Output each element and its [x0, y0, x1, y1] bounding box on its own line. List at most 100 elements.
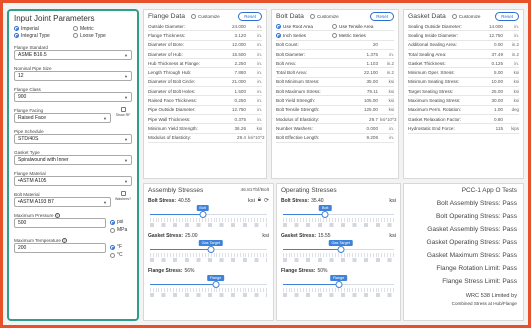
row-value[interactable]: 22.100 — [352, 70, 378, 75]
row-value[interactable]: 0.125 — [477, 61, 504, 66]
row-value[interactable]: 37.49 — [477, 52, 504, 57]
row-value[interactable]: 20 — [352, 42, 378, 47]
row-value[interactable]: 12.000 — [220, 42, 246, 47]
row-value[interactable]: 105.00 — [352, 98, 378, 103]
row-value[interactable]: 125.00 — [352, 107, 378, 112]
row-value[interactable]: 1.375 — [352, 52, 379, 57]
flange-reset-button[interactable]: Reset — [238, 11, 262, 21]
pipe-schedule-select[interactable]: STD/40S ▼ — [14, 134, 132, 144]
flange-class-select[interactable]: 900 ▼ — [14, 92, 132, 102]
row-value[interactable]: 12.750 — [220, 107, 246, 112]
metric-radio[interactable] — [73, 26, 78, 31]
root-area-radio[interactable] — [276, 23, 281, 29]
flange-material-select[interactable]: •ASTM A105 ▼ — [14, 176, 132, 186]
row-value[interactable]: 115 — [477, 126, 503, 131]
operating-gasket-slider[interactable]: Gas Target — [283, 240, 394, 266]
bolt-series-options: Inch Series Metric Series — [276, 31, 394, 41]
mpa-radio[interactable] — [110, 227, 115, 233]
gasket-customize-toggle[interactable]: Customize — [451, 13, 480, 19]
row-value[interactable]: 1.500 — [220, 89, 247, 94]
gasket-customize-radio[interactable] — [451, 13, 457, 19]
imperial-option[interactable]: Imperial — [14, 26, 73, 32]
metric-option[interactable]: Metric — [73, 26, 132, 32]
fahrenheit-radio[interactable] — [110, 244, 115, 250]
row-value[interactable]: 29.4 — [220, 135, 246, 140]
row-value[interactable]: 36.26 — [220, 126, 247, 131]
bolt-customize-radio[interactable] — [309, 13, 315, 19]
max-temperature-input[interactable]: 200 — [14, 243, 106, 253]
slider-handle[interactable] — [199, 211, 207, 218]
row-value[interactable]: 29.7 — [352, 117, 378, 122]
row-value[interactable]: 15.500 — [220, 52, 246, 57]
assembly-bolt-slider[interactable]: Bolt — [150, 205, 267, 231]
row-value[interactable]: 0.375 — [220, 117, 247, 122]
imperial-radio[interactable] — [14, 26, 19, 31]
data-row: Length Through Hub: 7.880 in. — [148, 68, 262, 78]
row-value[interactable]: 3.120 — [220, 33, 247, 38]
slider-handle[interactable] — [321, 211, 329, 218]
row-value[interactable]: 12.750 — [477, 33, 503, 38]
metric-series-option[interactable]: Metric Series — [332, 32, 388, 38]
show-rf-toggle[interactable]: Show RF — [114, 107, 132, 117]
max-pressure-input[interactable]: 500 — [14, 218, 106, 228]
nominal-pipe-size-select[interactable]: 12 ▼ — [14, 71, 132, 81]
tensile-area-option[interactable]: Use Tensile Area — [332, 23, 388, 29]
slider-handle[interactable] — [212, 281, 220, 288]
flange-facing-select[interactable]: Raised Face ▼ — [14, 113, 111, 123]
tensile-area-radio[interactable] — [332, 23, 337, 29]
row-value[interactable]: 10.00 — [477, 79, 504, 84]
row-unit: in. — [257, 23, 262, 29]
row-value[interactable]: 9.208 — [352, 135, 379, 140]
row-value[interactable]: 21.000 — [220, 79, 246, 84]
row-value[interactable]: 35.00 — [352, 79, 379, 84]
flange-standard-select[interactable]: ASME B16.5 ▼ — [14, 50, 132, 60]
flange-customize-radio[interactable] — [191, 13, 197, 19]
operating-bolt-slider[interactable]: Bolt — [283, 205, 394, 231]
row-value[interactable]: 24.000 — [220, 24, 246, 29]
row-value[interactable]: 0.000 — [352, 126, 379, 131]
integral-type-radio[interactable] — [14, 33, 19, 38]
operating-flange-slider[interactable]: Flange — [283, 275, 394, 301]
row-value[interactable]: 30.00 — [477, 98, 504, 103]
bolt-material-select[interactable]: •ASTM A193 B7 ▼ — [14, 197, 111, 207]
data-row: Diameter of Bolt Circle: 21.000 in. — [148, 78, 262, 88]
gasket-reset-button[interactable]: Reset — [495, 11, 519, 21]
row-value[interactable]: 0.80 — [477, 117, 503, 122]
loose-type-radio[interactable] — [73, 33, 78, 38]
inch-series-option[interactable]: Inch Series — [276, 32, 332, 38]
washers-toggle[interactable]: Washers? — [114, 191, 132, 201]
slider-handle[interactable] — [335, 281, 342, 288]
row-value[interactable]: 0.250 — [220, 98, 247, 103]
gasket-type-select[interactable]: Spiralwound with Inner ▼ — [14, 155, 132, 165]
loose-type-option[interactable]: Loose Type — [73, 33, 132, 39]
integral-type-option[interactable]: Integral Type — [14, 33, 73, 39]
bolt-reset-button[interactable]: Reset — [370, 11, 394, 21]
row-value[interactable]: 5.00 — [477, 70, 503, 75]
row-value[interactable]: 1.00 — [477, 107, 503, 112]
help-icon[interactable]: ? — [54, 212, 60, 218]
washers-checkbox[interactable] — [120, 191, 126, 196]
row-value[interactable]: 7.880 — [220, 70, 247, 75]
slider-handle[interactable] — [207, 246, 215, 253]
row-value[interactable]: 0.00 — [477, 42, 503, 47]
psi-radio[interactable] — [110, 219, 115, 225]
celsius-radio[interactable] — [110, 252, 115, 258]
inch-series-radio[interactable] — [276, 32, 281, 38]
root-area-option[interactable]: Use Root Area — [276, 23, 332, 29]
help-icon[interactable]: ? — [61, 237, 67, 243]
lock-icon[interactable]: 🔒︎ — [258, 197, 261, 204]
flange-customize-toggle[interactable]: Customize — [191, 13, 220, 19]
refresh-icon[interactable]: ⟳ — [264, 197, 269, 204]
slider-handle[interactable] — [337, 246, 345, 253]
row-value[interactable]: 25.00 — [477, 89, 504, 94]
bolt-customize-toggle[interactable]: Customize — [309, 13, 339, 19]
row-value[interactable]: 2.250 — [220, 61, 247, 66]
row-value[interactable]: 79.11 — [352, 89, 378, 94]
show-rf-checkbox[interactable] — [120, 107, 126, 112]
assembly-gasket-slider[interactable]: Gas Target — [150, 240, 267, 266]
row-value[interactable]: 14.000 — [477, 24, 503, 29]
metric-series-radio[interactable] — [332, 32, 337, 38]
row-unit: ksi — [513, 88, 519, 94]
row-value[interactable]: 1.103 — [352, 61, 379, 66]
assembly-flange-slider[interactable]: Flange — [150, 275, 267, 301]
